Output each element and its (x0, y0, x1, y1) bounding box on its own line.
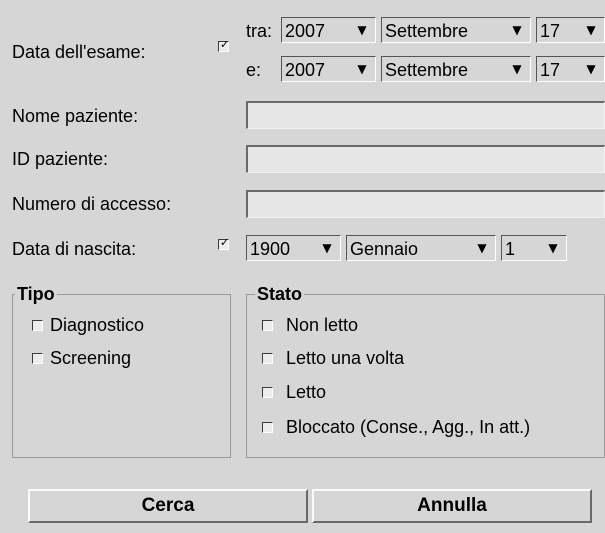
dropdown-icon[interactable]: ▼ (505, 19, 529, 41)
birth-year-value: 1900 (250, 239, 291, 259)
patient-name-label: Nome paziente: (12, 106, 139, 126)
to-month-value: Settembre (385, 60, 469, 80)
birth-month-select[interactable]: Gennaio ▼ (346, 235, 496, 261)
from-year-value: 2007 (285, 21, 326, 41)
diagnostico-label[interactable]: Diagnostico (50, 314, 144, 336)
patient-id-input[interactable] (246, 145, 605, 173)
to-day-value: 17 (540, 60, 561, 80)
check-icon: ✓ (220, 38, 230, 51)
cancel-button[interactable]: Annulla (312, 489, 592, 523)
screening-label[interactable]: Screening (50, 347, 131, 369)
check-icon: ✓ (220, 236, 230, 249)
tipo-title: Tipo (15, 284, 57, 304)
letto-una-volta-checkbox[interactable] (262, 353, 273, 364)
stato-title: Stato (255, 284, 304, 304)
dropdown-icon[interactable]: ▼ (315, 237, 339, 259)
from-year-select[interactable]: 2007 ▼ (281, 17, 376, 43)
screening-checkbox[interactable] (32, 353, 43, 364)
diagnostico-checkbox[interactable] (32, 320, 43, 331)
non-letto-checkbox[interactable] (262, 320, 273, 331)
exam-date-label: Data dell'esame: (12, 42, 146, 62)
birth-day-value: 1 (505, 239, 516, 259)
birth-date-checkbox[interactable]: ✓ (218, 236, 230, 250)
from-day-select[interactable]: 17 ▼ (536, 17, 605, 43)
from-month-value: Settembre (385, 21, 469, 41)
from-month-select[interactable]: Settembre ▼ (381, 17, 531, 43)
bloccato-checkbox[interactable] (262, 422, 273, 433)
birth-day-select[interactable]: 1 ▼ (501, 235, 567, 261)
accession-number-label: Numero di accesso: (12, 194, 172, 214)
letto-una-volta-label[interactable]: Letto una volta (286, 347, 404, 369)
dropdown-icon[interactable]: ▼ (470, 237, 494, 259)
dropdown-icon[interactable]: ▼ (541, 237, 565, 259)
accession-number-input[interactable] (246, 190, 605, 218)
dropdown-icon[interactable]: ▼ (579, 19, 603, 41)
letto-label[interactable]: Letto (286, 381, 326, 403)
letto-checkbox[interactable] (262, 387, 273, 398)
dropdown-icon[interactable]: ▼ (579, 58, 603, 80)
to-year-select[interactable]: 2007 ▼ (281, 56, 376, 82)
from-day-value: 17 (540, 21, 561, 41)
dropdown-icon[interactable]: ▼ (350, 19, 374, 41)
non-letto-label[interactable]: Non letto (286, 314, 358, 336)
to-month-select[interactable]: Settembre ▼ (381, 56, 531, 82)
to-day-select[interactable]: 17 ▼ (536, 56, 605, 82)
search-button[interactable]: Cerca (28, 489, 308, 523)
from-label: tra: (246, 21, 273, 41)
to-year-value: 2007 (285, 60, 326, 80)
to-label: e: (246, 60, 262, 80)
dropdown-icon[interactable]: ▼ (350, 58, 374, 80)
patient-name-input[interactable] (246, 101, 605, 129)
dropdown-icon[interactable]: ▼ (505, 58, 529, 80)
birth-year-select[interactable]: 1900 ▼ (246, 235, 341, 261)
patient-id-label: ID paziente: (12, 149, 109, 169)
birth-month-value: Gennaio (350, 239, 419, 259)
exam-date-checkbox[interactable]: ✓ (218, 38, 230, 52)
birth-date-label: Data di nascita: (12, 239, 137, 259)
bloccato-label[interactable]: Bloccato (Conse., Agg., In att.) (286, 416, 530, 438)
